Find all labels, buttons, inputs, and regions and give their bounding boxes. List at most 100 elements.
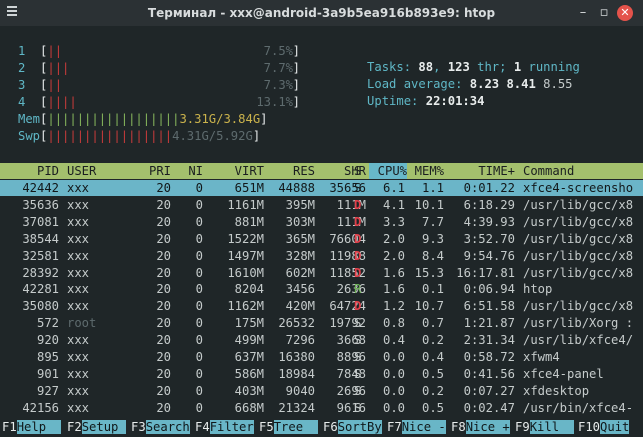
cpu-usage-bar: ||| <box>47 61 70 75</box>
cell-virt: 881M <box>234 214 264 229</box>
cpu-meter-3: 3 [|| 7.3%] <box>18 77 300 93</box>
cell-virt: 651M <box>234 181 264 195</box>
fkey-f7[interactable]: F7Nice - <box>387 417 446 437</box>
cell-time: 1:21.87 <box>463 316 515 331</box>
process-row[interactable]: 35636 xxx 20 0 1161M 395M 111M D 4.1 10.1 6:18.29/… <box>0 197 643 213</box>
process-row[interactable]: 572 root 20 0 175M 26532 19792 S 0.8 0.7 1:21.87/u… <box>0 315 643 331</box>
fkey-number: F7 <box>387 420 402 434</box>
process-row[interactable]: 38544 xxx 20 0 1522M 365M 76604 D 2.0 9.3 3:52.70/… <box>0 231 643 247</box>
maximize-button[interactable]: ▫ <box>596 5 612 21</box>
cell-res: 16380 <box>278 350 315 364</box>
cell-mem: 1.1 <box>421 181 444 195</box>
process-row[interactable]: 42281 xxx 20 0 8204 3456 2636 R 1.6 0.1 0:06.94 hto… <box>0 281 643 297</box>
fkey-f10[interactable]: F10Quit <box>578 417 630 437</box>
fkey-number: F10 <box>578 420 601 434</box>
header-command[interactable]: Command <box>523 163 643 179</box>
header-cpu[interactable]: CPU% <box>369 163 407 180</box>
cpu-percent: 7.7% <box>263 61 293 75</box>
cell-pid: 35080 <box>22 299 59 314</box>
cell-user: xxx <box>67 400 90 415</box>
process-row[interactable]: 28392 xxx 20 0 1610M 602M 11852 D 1.6 15.3 16:17.8… <box>0 265 643 281</box>
terminal-area[interactable]: 1 [|| 7.5%] 2 [||| 7.7%] 3 [|| 7.3%] 4 [|||| 13… <box>0 26 643 437</box>
cell-user: xxx <box>67 383 90 398</box>
cell-time: 0:07.27 <box>463 383 515 398</box>
cell-time: 3:52.70 <box>463 231 515 246</box>
process-row[interactable]: 32581 xxx 20 0 1497M 328M 11988 D 2.0 8.4 9:54.76/… <box>0 248 643 264</box>
cell-ni: 0 <box>195 197 203 212</box>
fkey-f1[interactable]: F1Help <box>2 417 61 437</box>
fkey-label: Quit <box>600 420 630 434</box>
cell-command: /usr/lib/gcc/x8 <box>523 265 634 280</box>
header-pid[interactable]: PID <box>0 163 59 179</box>
cell-ni: 0 <box>195 181 203 195</box>
cell-command: /usr/bin/xfce4- <box>523 400 634 415</box>
close-button[interactable]: ✕ <box>617 5 633 21</box>
fkey-f5[interactable]: F5Tree <box>259 417 318 437</box>
fkey-f3[interactable]: F3Search <box>131 417 190 437</box>
mem-total-value: 3.84G <box>223 112 261 126</box>
cell-cpu: 0.0 <box>382 383 405 398</box>
cpu-percent: 13.1% <box>256 95 293 109</box>
cell-pri: 20 <box>156 248 171 263</box>
cell-time: 16:17.81 <box>456 265 515 280</box>
process-row[interactable]: 895 xxx 20 0 637M 16380 8896 S 0.0 0.4 0:58.72 xfwm… <box>0 349 643 365</box>
cell-state: S <box>354 316 362 331</box>
cell-cpu: 0.0 <box>382 400 405 415</box>
function-key-bar: F1Help F2Setup F3Search F4Filter F5Tree F6… <box>0 417 643 437</box>
cell-virt: 499M <box>234 333 264 348</box>
header-virt[interactable]: VIRT <box>209 163 264 179</box>
cell-state: S <box>354 333 362 348</box>
fkey-label: Filter <box>209 420 254 434</box>
fkey-f6[interactable]: F6SortBy <box>323 417 382 437</box>
minimize-button[interactable]: – <box>575 5 591 21</box>
cell-state: D <box>354 197 362 212</box>
fkey-label: Tree <box>273 420 318 434</box>
process-row[interactable]: 920 xxx 20 0 499M 7296 3668 S 0.4 0.2 2:31.34/usr/… <box>0 332 643 348</box>
cell-res: 9040 <box>285 383 315 398</box>
cell-cpu: 0.4 <box>382 333 405 348</box>
cell-ni: 0 <box>195 265 203 280</box>
header-mem[interactable]: MEM% <box>408 163 444 179</box>
cell-pid: 901 <box>36 366 59 381</box>
cell-pid: 38544 <box>22 231 59 246</box>
meter-bracket: [ <box>25 95 48 109</box>
header-pri[interactable]: PRI <box>120 163 171 179</box>
cell-time: 2:31.34 <box>463 333 515 348</box>
process-row[interactable]: 35080 xxx 20 0 1162M 420M 64724 D 1.2 10.7 6:51.58… <box>0 298 643 314</box>
title-bar[interactable]: Терминал - xxx@android-3a9b5ea916b893e9:… <box>0 0 643 26</box>
process-row[interactable]: 42442 xxx 20 0 651M 44888 35656 S 6.1 1.1 0:01.22 x… <box>0 180 643 197</box>
fkey-f8[interactable]: F8Nice + <box>451 417 510 437</box>
fkey-label: SortBy <box>337 420 382 434</box>
process-row[interactable]: 901 xxx 20 0 586M 18984 7848 S 0.0 0.5 0:41.56 xfce… <box>0 366 643 382</box>
header-ni[interactable]: NI <box>177 163 203 179</box>
cell-user: xxx <box>67 333 90 348</box>
cell-pri: 20 <box>156 350 171 364</box>
cell-virt: 1522M <box>227 231 264 246</box>
cell-pid: 42442 <box>22 181 59 195</box>
cell-cpu: 1.2 <box>382 299 405 314</box>
cell-mem: 0.2 <box>421 383 444 398</box>
meter-bracket: [ <box>25 78 48 92</box>
fkey-f9[interactable]: F9Kill <box>515 417 574 437</box>
fkey-number: F2 <box>67 420 82 434</box>
header-time[interactable]: TIME+ <box>452 163 515 179</box>
cell-command: xfwm4 <box>523 350 560 364</box>
cell-cpu: 1.6 <box>382 282 405 297</box>
cell-mem: 0.5 <box>421 400 444 415</box>
fkey-label: Nice - <box>401 420 446 434</box>
fkey-f4[interactable]: F4Filter <box>195 417 254 437</box>
cell-cpu: 0.0 <box>382 350 405 364</box>
cell-pid: 37081 <box>22 214 59 229</box>
header-state[interactable]: S <box>354 163 364 179</box>
cell-res: 21324 <box>278 400 315 415</box>
process-row[interactable]: 42156 xxx 20 0 668M 21324 9616 S 0.0 0.5 0:02.47/u… <box>0 400 643 416</box>
header-res[interactable]: RES <box>264 163 315 179</box>
cpu-usage-bar: || <box>47 44 63 58</box>
cell-pri: 20 <box>156 214 171 229</box>
process-row[interactable]: 927 xxx 20 0 403M 9040 2696 S 0.0 0.2 0:07.27 xfdes… <box>0 383 643 399</box>
fkey-f2[interactable]: F2Setup <box>67 417 126 437</box>
cell-virt: 8204 <box>234 282 264 297</box>
process-row[interactable]: 37081 xxx 20 0 881M 303M 111M D 3.3 7.7 4:39.93/us… <box>0 214 643 230</box>
header-user[interactable]: USER <box>67 163 127 179</box>
cell-pri: 20 <box>156 265 171 280</box>
